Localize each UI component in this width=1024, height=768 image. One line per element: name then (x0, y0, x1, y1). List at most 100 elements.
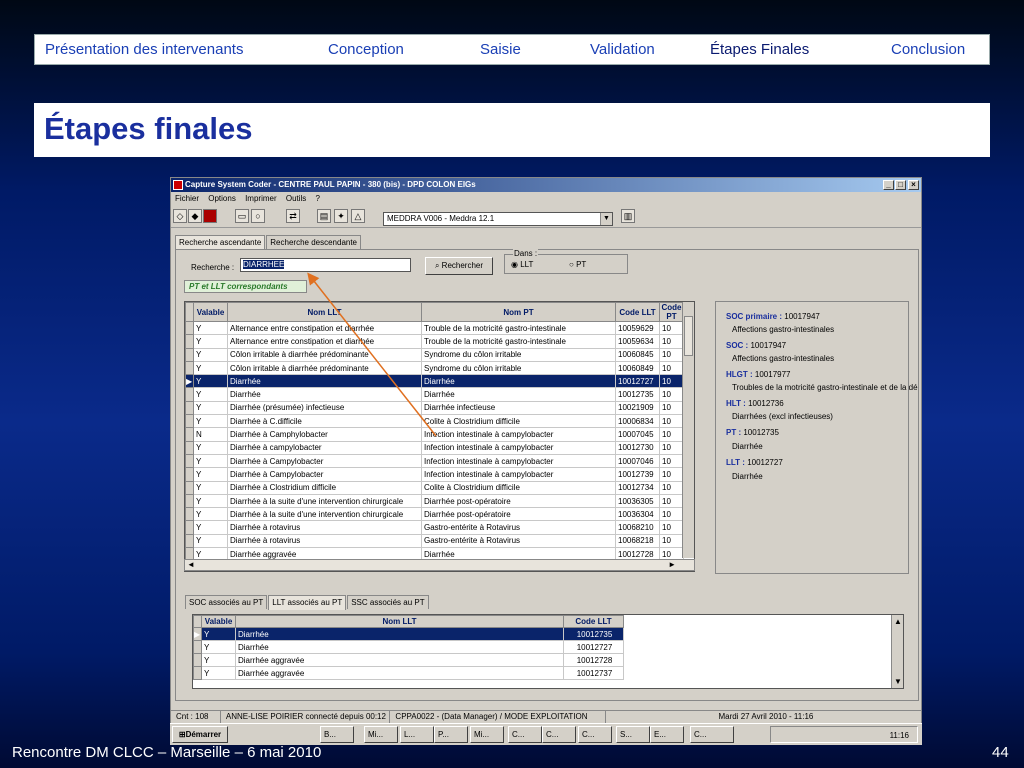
table-cell: Y (201, 653, 236, 667)
tab-ssc-associes[interactable]: SSC associés au PT (347, 595, 429, 609)
table-row[interactable]: Y Diarrhée à la suite d'une intervention … (185, 507, 684, 522)
menu-outils[interactable]: Outils (286, 194, 306, 203)
table-row[interactable]: ▶ Y Diarrhée Diarrhée 10012727 10 (185, 374, 684, 389)
nav-item-etapes-finales[interactable]: Étapes Finales (710, 41, 809, 58)
table-row[interactable]: Y Diarrhée à Campylobacter Infection intes… (185, 467, 684, 482)
search-button[interactable]: ⌕ Rechercher (425, 257, 493, 275)
nav-item-saisie[interactable]: Saisie (480, 41, 521, 58)
minimize-button[interactable]: _ (883, 180, 894, 190)
table-cell: Y (193, 387, 228, 402)
maximize-button[interactable]: □ (895, 180, 906, 190)
tab-recherche-ascendante[interactable]: Recherche ascendante (175, 235, 266, 250)
table-row[interactable]: Y Diarrhée à C.difficile Colite à Clostrid… (185, 414, 684, 429)
table-row[interactable]: Y Diarrhée à rotavirus Gastro-entérite à R… (185, 533, 684, 549)
system-tray: 11:16 (770, 726, 918, 743)
taskbar-item[interactable]: P... (434, 726, 468, 743)
scroll-up-icon[interactable]: ▲ (894, 617, 902, 626)
tab-soc-associes[interactable]: SOC associés au PT (185, 595, 268, 609)
taskbar-item[interactable]: E... (650, 726, 684, 743)
dictionary-icon[interactable]: ▥ (621, 209, 635, 223)
col2-valable[interactable]: Valable (201, 615, 236, 628)
col2-nom-llt[interactable]: Nom LLT (235, 615, 564, 628)
taskbar-item[interactable]: L... (400, 726, 434, 743)
taskbar-item[interactable]: Mi... (470, 726, 504, 743)
chevron-down-icon[interactable]: ▼ (600, 213, 612, 225)
nav-item-validation[interactable]: Validation (590, 41, 655, 58)
menu-help[interactable]: ? (316, 194, 320, 203)
radio-pt[interactable]: ○ PT (569, 260, 586, 269)
table-row[interactable]: Y Alternance entre constipation et diarrh… (185, 334, 684, 349)
nav-item-conclusion[interactable]: Conclusion (891, 41, 965, 58)
table-cell: Diarrhée (227, 374, 422, 389)
table-row[interactable]: Y Diarrhée aggravée 10012728 (193, 653, 624, 667)
radio-llt[interactable]: ◉ LLT (511, 260, 533, 269)
table-row[interactable]: Y Diarrhée à rotavirus Gastro-entérite à R… (185, 520, 684, 535)
soc-text: Affections gastro-intestinales (732, 354, 835, 363)
scroll-left-icon[interactable]: ◄ (187, 560, 195, 569)
table-cell: Y (201, 666, 236, 680)
table-row[interactable]: Y Diarrhée à Clostridium difficile Colite … (185, 480, 684, 495)
tab-llt-associes[interactable]: LLT associés au PT (268, 595, 347, 610)
grid-vertical-scrollbar[interactable] (682, 302, 694, 558)
exit-icon[interactable] (203, 209, 217, 223)
association-tabs: SOC associés au PT LLT associés au PT SS… (185, 595, 430, 610)
table-cell: Diarrhée à la suite d'une intervention c… (227, 507, 422, 522)
scroll-down-icon[interactable]: ▼ (894, 677, 902, 686)
table-cell: 10007045 (615, 427, 660, 442)
close-button[interactable]: × (908, 180, 919, 190)
taskbar-item[interactable]: Mi... (364, 726, 398, 743)
row-marker (185, 414, 194, 429)
scroll-right-icon[interactable]: ► (668, 560, 676, 569)
grid-horizontal-scrollbar[interactable]: ◄ ► (184, 559, 695, 571)
table-cell: 10012737 (563, 666, 624, 680)
taskbar-item[interactable]: B... (320, 726, 354, 743)
col-valable[interactable]: Valable (193, 302, 228, 322)
grid2-vertical-scrollbar[interactable]: ▲ ▼ (891, 615, 903, 688)
transfer-icon[interactable]: ⇄ (286, 209, 300, 223)
folder-icon[interactable]: ▤ (317, 209, 331, 223)
taskbar-item[interactable]: C... (508, 726, 542, 743)
dictionary-select[interactable]: MEDDRA V006 - Meddra 12.1 ▼ (383, 212, 613, 226)
table-cell: 10 (659, 520, 684, 535)
taskbar-item[interactable]: S... (616, 726, 650, 743)
warning-icon[interactable]: △ (351, 209, 365, 223)
tab-recherche-descendante[interactable]: Recherche descendante (266, 235, 362, 249)
col-nom-llt[interactable]: Nom LLT (227, 302, 422, 322)
eraser-icon[interactable]: ◇ (173, 209, 187, 223)
taskbar-item[interactable]: C... (578, 726, 612, 743)
taskbar-item[interactable]: C... (542, 726, 576, 743)
table-cell: 10 (659, 533, 684, 549)
menu-fichier[interactable]: Fichier (175, 194, 199, 203)
table-row[interactable]: Y Diarrhée à la suite d'une intervention … (185, 493, 684, 509)
table-row[interactable]: Y Diarrhée à campylobacter Infection intes… (185, 440, 684, 455)
diamond-icon[interactable]: ◆ (188, 209, 202, 223)
scroll-thumb[interactable] (684, 316, 693, 356)
col2-code-llt[interactable]: Code LLT (563, 615, 624, 628)
nav-item-presentation[interactable]: Présentation des intervenants (45, 41, 243, 58)
nav-item-conception[interactable]: Conception (328, 41, 404, 58)
table-row[interactable]: Y Diarrhée 10012727 (193, 640, 624, 654)
col-code-pt[interactable]: Code PT (659, 302, 684, 322)
menu-options[interactable]: Options (208, 194, 236, 203)
col-code-llt[interactable]: Code LLT (615, 302, 660, 322)
table-cell: Infection intestinale à campylobacter (421, 453, 616, 469)
print-icon[interactable]: ▭ (235, 209, 249, 223)
start-button[interactable]: ⊞Démarrer (172, 726, 228, 743)
table-row[interactable]: Y Diarrhée aggravée 10012737 (193, 666, 624, 680)
table-row[interactable]: ▶ Y Diarrhée 10012735 (193, 627, 624, 641)
table-row[interactable]: N Diarrhée à Camphylobacter Infection inte… (185, 427, 684, 442)
statusbar: Cnt : 108 ANNE-LISE POIRIER connecté dep… (171, 710, 921, 723)
preview-icon[interactable]: ○ (251, 209, 265, 223)
table-row[interactable]: Y Diarrhée (présumée) infectieuse Diarrhée… (185, 400, 684, 416)
taskbar-item[interactable]: C... (690, 726, 734, 743)
search-input[interactable]: DIARRHEE (240, 258, 411, 272)
table-row[interactable]: Y Côlon irritable à diarrhée prédominante… (185, 360, 684, 376)
table-row[interactable]: Y Diarrhée Diarrhée 10012735 10 (185, 387, 684, 402)
table-row[interactable]: Y Côlon irritable à diarrhée prédominante… (185, 347, 684, 362)
tools-icon[interactable]: ✦ (334, 209, 348, 223)
table-row[interactable]: Y Diarrhée à Campylobacter Infection intes… (185, 453, 684, 469)
col-nom-pt[interactable]: Nom PT (421, 302, 616, 322)
window-titlebar[interactable]: Capture System Coder - CENTRE PAUL PAPIN… (171, 178, 921, 192)
table-row[interactable]: Y Alternance entre constipation et diarrh… (185, 320, 684, 336)
menu-imprimer[interactable]: Imprimer (245, 194, 277, 203)
